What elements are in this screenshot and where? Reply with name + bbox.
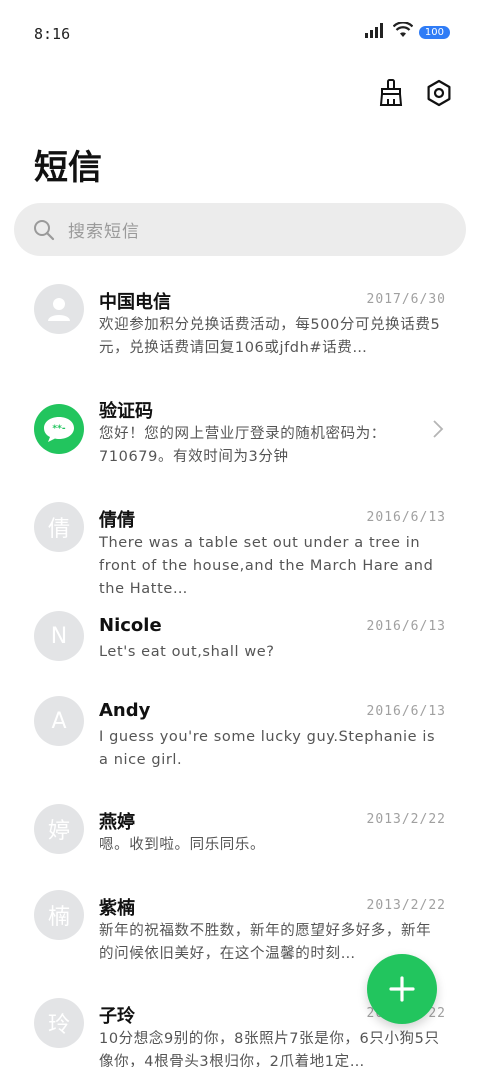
signal-icon	[364, 22, 387, 42]
message-date: 2013/2/22	[366, 898, 446, 913]
avatar: A	[34, 696, 84, 746]
message-preview: I guess you're some lucky guy.Stephanie …	[99, 729, 436, 768]
message-date: 2016/6/13	[366, 510, 446, 525]
search-placeholder: 搜索短信	[68, 222, 140, 242]
message-date: 2016/6/13	[366, 619, 446, 634]
message-item-qianqian[interactable]: 倩 倩倩 2016/6/13 There was a table set out…	[0, 502, 480, 602]
contact-name: 子玲	[99, 1006, 135, 1027]
message-preview: 嗯。收到啦。同乐同乐。	[99, 837, 266, 853]
status-icons: 100	[364, 21, 450, 42]
settings-icon	[427, 79, 451, 107]
avatar: 楠	[34, 890, 84, 940]
chevron-right-icon	[433, 420, 444, 438]
message-item-andy[interactable]: A Andy 2016/6/13 I guess you're some luc…	[0, 696, 480, 796]
search-icon	[34, 219, 55, 240]
message-date: 2013/2/22	[366, 812, 446, 827]
battery-indicator: 100	[418, 25, 450, 39]
contact-name: 紫楠	[99, 898, 135, 919]
contact-name: 中国电信	[99, 292, 171, 313]
contact-name: 倩倩	[99, 510, 135, 531]
message-preview: Let's eat out,shall we?	[99, 644, 275, 660]
clean-button[interactable]	[376, 78, 406, 108]
avatar: 玲	[34, 998, 84, 1048]
message-preview: There was a table set out under a tree i…	[99, 535, 434, 597]
page-title: 短信	[34, 148, 102, 188]
message-item-china-telecom[interactable]: 中国电信 2017/6/30 欢迎参加积分兑换话费活动，每500分可兑换话费5元…	[0, 284, 480, 384]
avatar: 婷	[34, 804, 84, 854]
top-toolbar	[376, 78, 454, 108]
contact-name: Andy	[99, 700, 151, 721]
broom-icon	[379, 79, 403, 106]
avatar: **-	[34, 404, 84, 454]
avatar: N	[34, 611, 84, 661]
message-preview: 欢迎参加积分兑换话费活动，每500分可兑换话费5元，兑换话费请回复106或jfd…	[99, 317, 441, 356]
message-item-nicole[interactable]: N Nicole 2016/6/13 Let's eat out,shall w…	[0, 611, 480, 691]
chat-bubble-icon: **-	[44, 417, 74, 442]
search-bar[interactable]: 搜索短信	[14, 203, 466, 256]
message-preview: 您好！您的网上营业厅登录的随机密码为：710679。有效时间为3分钟	[99, 426, 386, 465]
status-bar: 8:16 100	[0, 0, 480, 60]
message-item-yanting[interactable]: 婷 燕婷 2013/2/22 嗯。收到啦。同乐同乐。	[0, 804, 480, 884]
person-icon	[48, 298, 70, 321]
svg-text:**-: **-	[52, 424, 65, 434]
settings-button[interactable]	[424, 78, 454, 108]
message-date: 2016/6/13	[366, 704, 446, 719]
contact-name: 燕婷	[99, 812, 135, 833]
contact-name: 验证码	[99, 401, 153, 422]
status-time: 8:16	[34, 25, 71, 43]
message-item-verification[interactable]: **- 验证码 您好！您的网上营业厅登录的随机密码为：710679。有效时间为3…	[0, 393, 480, 493]
new-message-button[interactable]	[367, 954, 437, 1024]
avatar: 倩	[34, 502, 84, 552]
plus-icon	[389, 976, 415, 1002]
wifi-icon	[392, 21, 414, 42]
message-date: 2017/6/30	[366, 292, 446, 307]
contact-name: Nicole	[99, 615, 162, 636]
avatar	[34, 284, 84, 334]
message-preview: 10分想念9别的你，8张照片7张是你，6只小狗5只像你，4根骨头3根归你，2爪着…	[99, 1031, 440, 1067]
